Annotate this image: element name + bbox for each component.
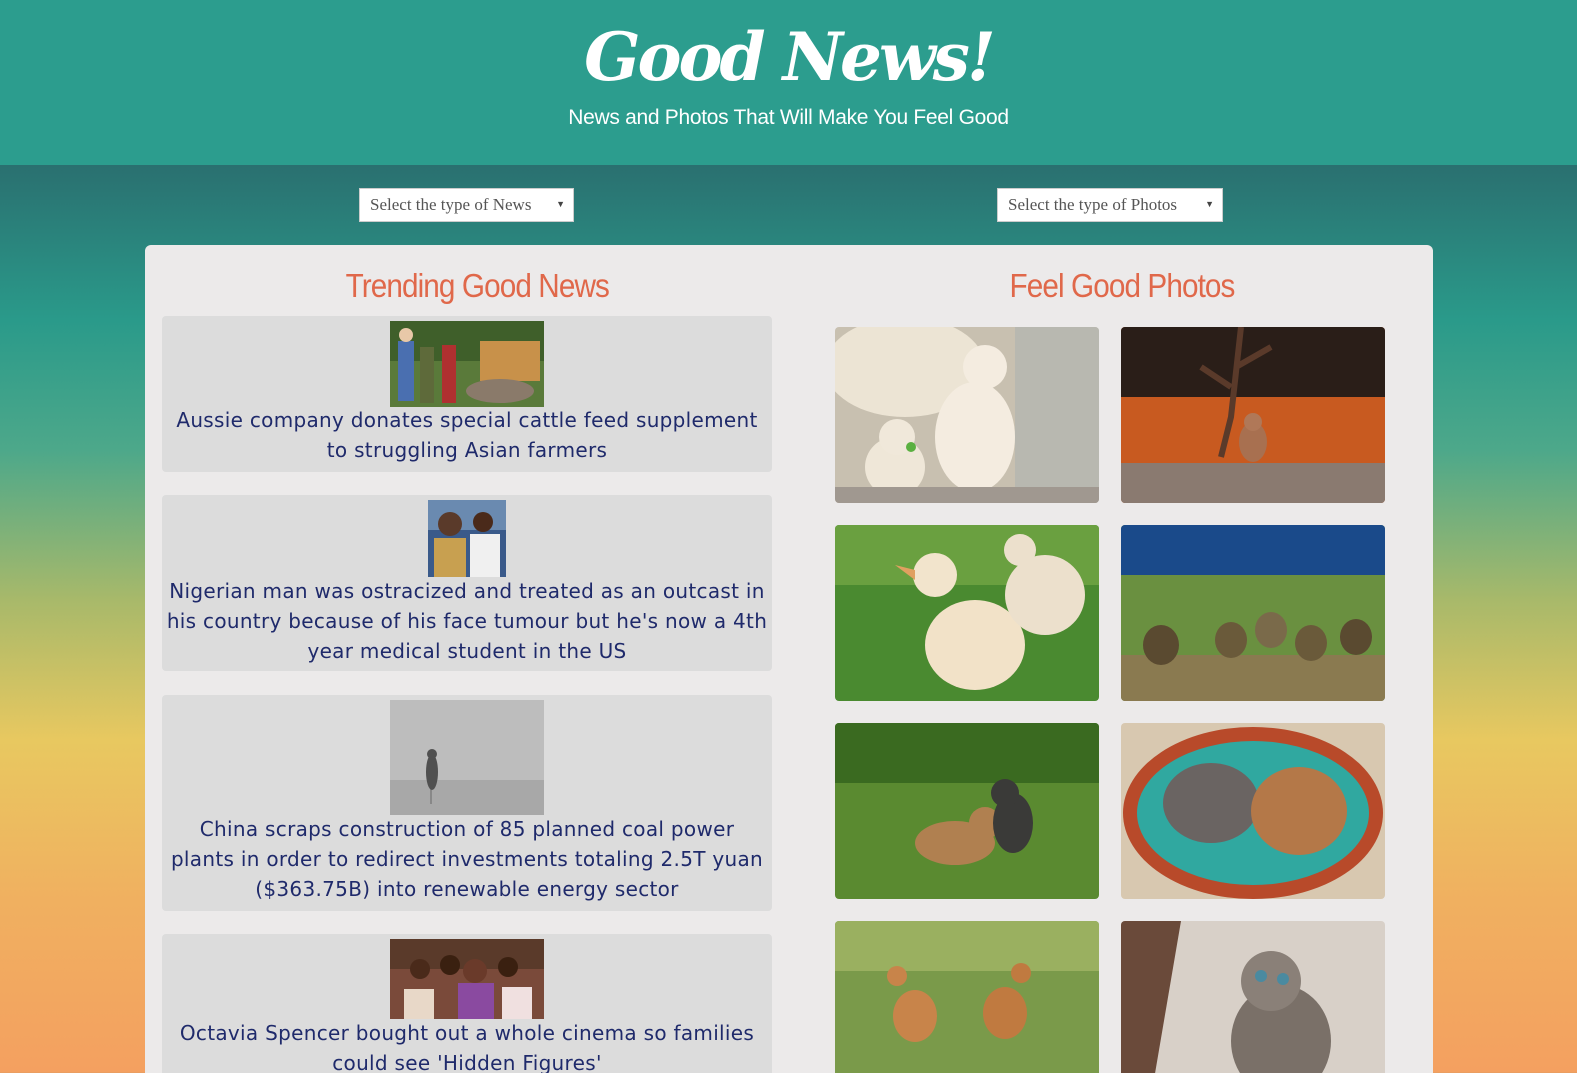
- news-type-select-label: Select the type of News: [370, 195, 532, 214]
- photos-column-title: Feel Good Photos: [1009, 267, 1236, 304]
- goslings-photo[interactable]: [1121, 525, 1385, 701]
- news-column-title: Trending Good News: [345, 267, 610, 304]
- ducklings-photo[interactable]: [835, 525, 1099, 701]
- polar-bear-cubs-photo[interactable]: [835, 327, 1099, 503]
- site-logo[interactable]: Good News!: [0, 18, 1577, 96]
- news-card[interactable]: Aussie company donates special cattle fe…: [162, 316, 772, 472]
- cattle-photo[interactable]: [390, 321, 544, 407]
- news-headline[interactable]: Nigerian man was ostracized and treated …: [166, 576, 768, 666]
- smog-photo[interactable]: [390, 700, 544, 815]
- squirrel-photo[interactable]: [1121, 327, 1385, 503]
- news-headline[interactable]: Octavia Spencer bought out a whole cinem…: [166, 1018, 768, 1073]
- cinema-photo[interactable]: [390, 939, 544, 1019]
- cats-in-basket-photo[interactable]: [1121, 723, 1385, 899]
- site-header: Good News! News and Photos That Will Mak…: [0, 0, 1577, 165]
- chevron-down-icon: ▼: [556, 199, 565, 209]
- crane-chicks-photo[interactable]: [835, 921, 1099, 1073]
- photos-type-select[interactable]: Select the type of Photos ▼: [997, 188, 1223, 222]
- kitten-photo[interactable]: [1121, 921, 1385, 1073]
- news-headline[interactable]: Aussie company donates special cattle fe…: [166, 405, 768, 465]
- news-card[interactable]: Octavia Spencer bought out a whole cinem…: [162, 934, 772, 1073]
- student-photo[interactable]: [428, 500, 506, 577]
- photos-type-select-label: Select the type of Photos: [1008, 195, 1178, 214]
- chevron-down-icon: ▼: [1205, 199, 1214, 209]
- puppies-photo[interactable]: [835, 723, 1099, 899]
- news-type-select[interactable]: Select the type of News ▼: [359, 188, 574, 222]
- news-headline[interactable]: China scraps construction of 85 planned …: [166, 814, 768, 904]
- news-card[interactable]: China scraps construction of 85 planned …: [162, 695, 772, 911]
- news-card[interactable]: Nigerian man was ostracized and treated …: [162, 495, 772, 671]
- site-tagline: News and Photos That Will Make You Feel …: [568, 106, 1009, 129]
- content-panel: Trending Good News Feel Good Photos Auss…: [145, 245, 1433, 1073]
